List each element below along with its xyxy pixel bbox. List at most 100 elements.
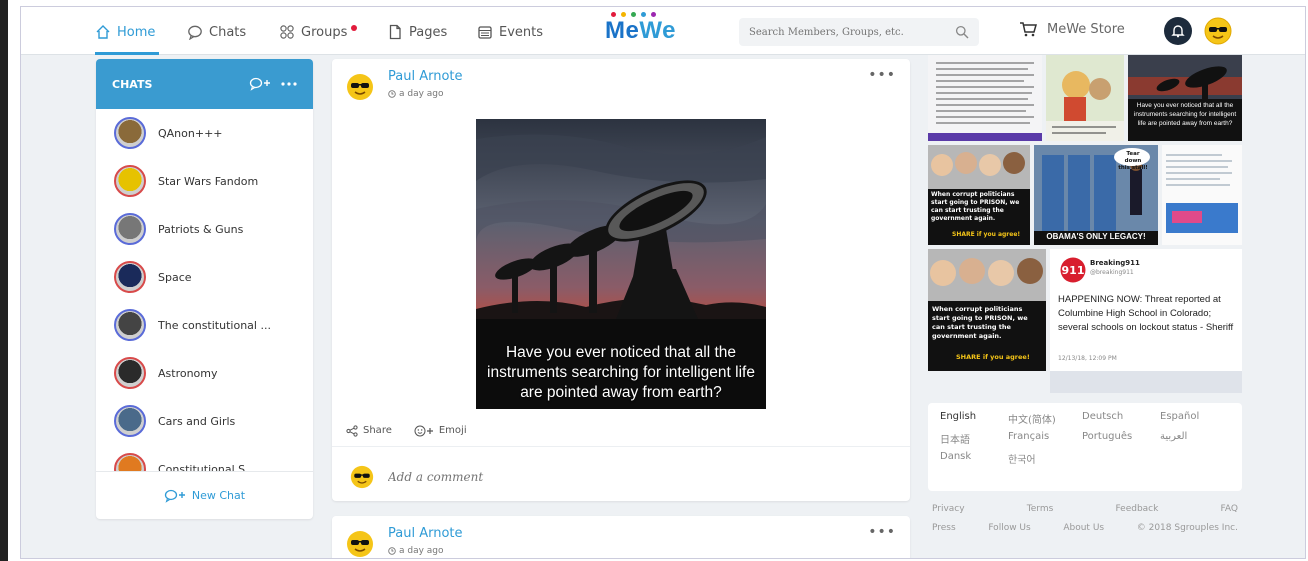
store-label: MeWe Store [1047,21,1125,37]
comment-row [332,457,910,497]
share-button[interactable]: Share [346,424,392,437]
post-author[interactable]: Paul Arnote [388,526,463,541]
home-icon [96,25,110,39]
emoji-button[interactable]: Emoji [414,425,467,437]
post-options-button[interactable]: ••• [868,67,896,83]
media-tile-meme[interactable]: Have you ever noticed that all the instr… [1128,55,1242,141]
footer-link[interactable]: © 2018 Sgrouples Inc. [1137,523,1238,533]
cart-icon [1020,22,1037,37]
post-header: Paul Arnote a day ago ••• [332,516,910,558]
media-tile-bathroom[interactable]: Tear down this stall! OBAMA'S ONLY LEGAC… [1034,145,1158,245]
chat-avatar [114,309,146,341]
mewe-logo[interactable]: MeWe [605,17,676,45]
chat-item[interactable]: Cars and Girls [96,397,313,445]
clock-icon [388,90,396,98]
footer-link[interactable]: Privacy [932,504,965,514]
footer-link[interactable]: Terms [1027,504,1054,514]
language-option[interactable]: 日本語 [940,431,1004,446]
share-icon [346,424,358,437]
chat-name: Astronomy [158,366,218,380]
post-time-text: a day ago [399,546,444,556]
media-tile-document[interactable] [928,55,1042,141]
chat-item[interactable]: Space [96,253,313,301]
footer-link[interactable]: About Us [1063,523,1104,533]
author-avatar[interactable] [346,530,374,558]
share-prompt-text: SHARE if you agree! [956,353,1030,361]
post-author[interactable]: Paul Arnote [388,69,463,84]
new-chat-icon[interactable] [249,77,271,91]
nav-chats[interactable]: Chats [187,21,246,43]
footer-link[interactable]: Feedback [1115,504,1158,514]
image-caption-text: Have you ever noticed that all the instr… [487,344,755,401]
language-option[interactable]: Dansk [940,451,1004,466]
nav-home[interactable]: Home [95,21,155,43]
chat-item[interactable]: The constitutional ... [96,301,313,349]
media-tile-screenshot[interactable] [1162,145,1242,245]
share-label: Share [363,425,392,436]
chat-item[interactable]: QAnon+++ [96,109,313,157]
author-avatar[interactable] [346,73,374,101]
chat-item[interactable]: Star Wars Fandom [96,157,313,205]
media-tile-tweet[interactable]: 911 Breaking911 @breaking911 HAPPENING N… [1050,249,1242,393]
tweet-footer [1050,371,1242,393]
tweet-handle: @breaking911 [1090,269,1134,276]
chat-avatar [114,405,146,437]
chat-name: Space [158,270,192,284]
post-header: Paul Arnote a day ago ••• [332,59,910,119]
search-input[interactable] [749,26,955,38]
language-option[interactable]: Português [1082,431,1156,446]
chat-name: Star Wars Fandom [158,174,259,188]
post-timestamp: a day ago [388,89,444,99]
chat-avatar [114,213,146,245]
footer-link[interactable]: Follow Us [988,523,1030,533]
breaking911-logo: 911 [1060,257,1086,283]
media-tile-cartoon[interactable] [1046,55,1124,141]
chat-list: QAnon+++ Star Wars Fandom Patriots & Guns S… [96,109,313,471]
nav-groups[interactable]: Groups [279,21,358,43]
media-tile-politicians-2[interactable]: When corrupt politicians start going to … [928,249,1046,371]
chat-item[interactable]: Patriots & Guns [96,205,313,253]
notifications-button[interactable] [1164,17,1192,45]
legacy-text: OBAMA'S ONLY LEGACY! [1046,232,1146,241]
chat-avatar [114,261,146,293]
more-options-icon[interactable] [281,81,297,87]
post-image[interactable]: Have you ever noticed that all the instr… [476,119,766,409]
comment-input[interactable] [388,470,788,484]
chat-item[interactable]: Astronomy [96,349,313,397]
commenter-avatar [350,465,374,489]
footer-link[interactable]: FAQ [1221,504,1238,514]
chat-item[interactable]: Constitutional S... [96,445,313,471]
language-selector: English 中文(简体) Deutsch Español 日本語 Français Po… [928,403,1242,491]
document-thumbnail [928,62,1042,141]
page-icon [389,24,401,40]
chat-avatar [114,357,146,389]
footer-links: Privacy Terms Feedback FAQ Press Follow Us Ab… [932,504,1238,542]
language-option[interactable]: English [940,411,1004,426]
user-avatar[interactable] [1204,17,1232,45]
chat-name: QAnon+++ [158,126,223,140]
language-option[interactable]: 中文(简体) [1008,411,1078,426]
post-actions: Share Emoji [332,415,910,447]
language-option[interactable]: 한국어 [1008,451,1078,466]
language-option[interactable]: Español [1160,411,1230,426]
language-option[interactable]: Deutsch [1082,411,1156,426]
new-chat-button[interactable]: New Chat [96,471,313,519]
search-bar [739,18,979,46]
language-option[interactable]: العربية [1160,431,1230,446]
chats-header: CHATS [96,59,313,109]
speech-bubble-text: Tear down this stall! [1118,151,1148,171]
mewe-store-link[interactable]: MeWe Store [1019,21,1125,37]
emoji-label: Emoji [438,425,467,436]
cartoon-thumbnail [1046,55,1124,141]
nav-events[interactable]: Events [477,21,543,43]
language-option[interactable]: Français [1008,431,1078,446]
chats-panel: CHATS QAnon+++ Star Wars Fandom Patriots &… [96,59,313,519]
post-options-button[interactable]: ••• [868,524,896,540]
search-icon[interactable] [955,25,969,39]
chat-avatar [114,165,146,197]
media-tile-politicians[interactable]: When corrupt politicians start going to … [928,145,1030,245]
nav-pages[interactable]: Pages [387,21,447,43]
web-screenshot-thumbnail [1166,154,1238,233]
footer-link[interactable]: Press [932,523,956,533]
chat-name: Cars and Girls [158,414,236,428]
